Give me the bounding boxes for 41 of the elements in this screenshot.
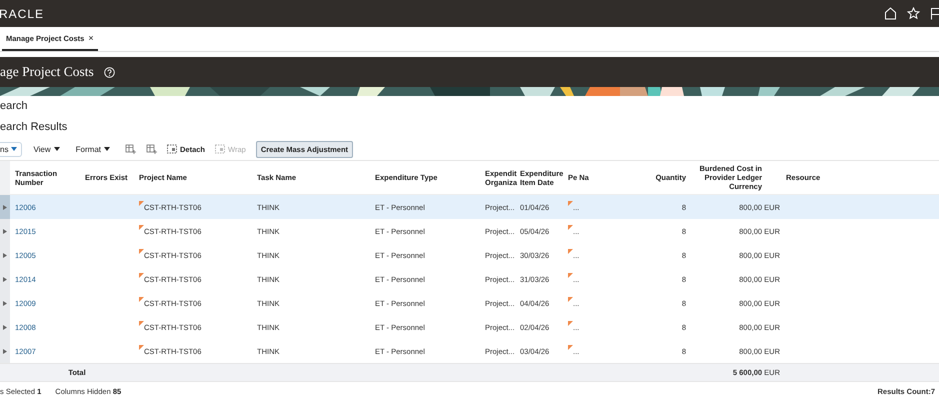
help-icon[interactable] (104, 66, 115, 78)
table-icon[interactable] (146, 144, 157, 154)
note-marker-icon (568, 320, 573, 326)
note-marker-icon (139, 224, 144, 230)
search-heading: earch (0, 100, 29, 114)
note-marker-icon (568, 200, 573, 206)
expand-icon (3, 228, 7, 234)
row-selector[interactable] (0, 195, 10, 219)
note-marker-icon (568, 296, 573, 302)
expand-icon (3, 204, 7, 210)
caret-icon (11, 147, 18, 151)
expand-icon (3, 300, 7, 306)
menu-button[interactable]: ns (0, 142, 22, 156)
caret-icon (104, 147, 110, 151)
logo-text: RACLE (0, 6, 44, 20)
note-marker-icon (139, 200, 144, 206)
note-marker-icon (568, 248, 573, 254)
expand-icon (3, 276, 7, 282)
note-marker-icon (568, 272, 573, 278)
table-icon[interactable] (125, 144, 136, 154)
menu-button[interactable]: Format (74, 142, 115, 156)
note-marker-icon (139, 344, 144, 350)
row-selector[interactable] (0, 219, 10, 243)
row-selector[interactable] (0, 339, 10, 363)
note-marker-icon (568, 344, 573, 350)
expand-icon (3, 252, 7, 258)
note-marker-icon (139, 296, 144, 302)
frame-icon (167, 144, 177, 154)
star-icon[interactable] (907, 7, 920, 20)
results-heading: earch Results (0, 121, 68, 135)
page-title: age Project Costs (0, 64, 94, 80)
expand-icon (3, 324, 7, 330)
expand-icon (3, 348, 7, 354)
note-marker-icon (139, 248, 144, 254)
note-marker-icon (139, 272, 144, 278)
frame-icon (215, 144, 226, 154)
note-marker-icon (568, 224, 573, 230)
caret-icon (54, 147, 60, 151)
menu-button[interactable]: View (32, 142, 65, 156)
note-marker-icon (139, 320, 144, 326)
home-icon[interactable] (884, 7, 897, 20)
